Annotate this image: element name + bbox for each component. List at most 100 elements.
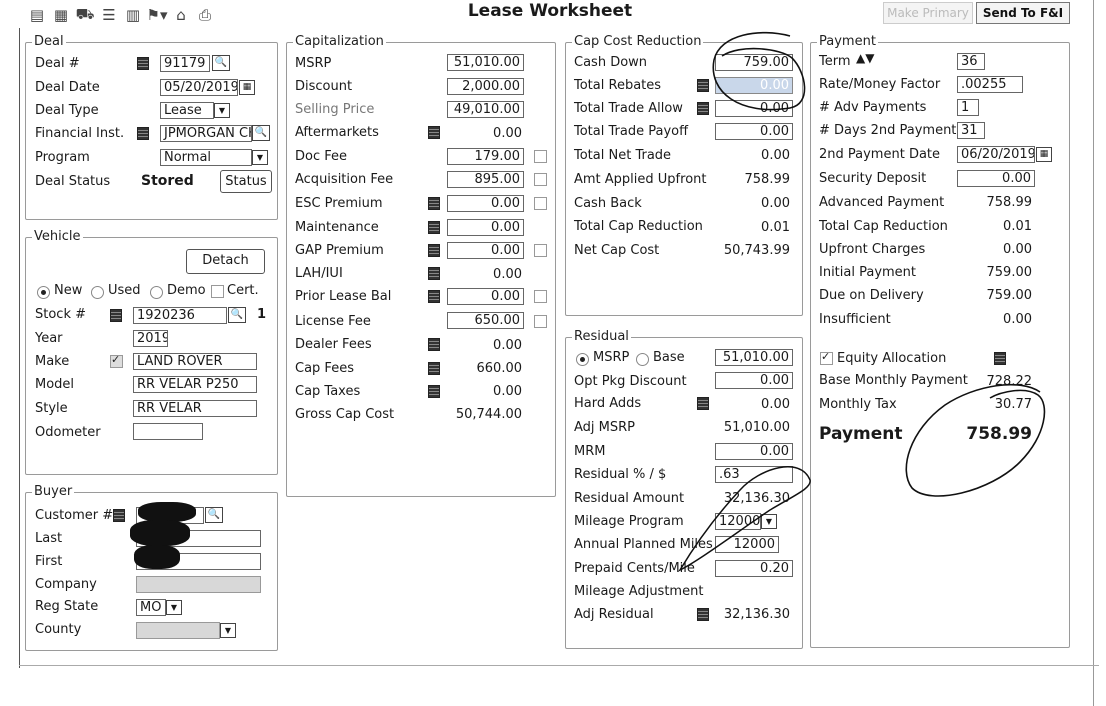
selling-price-input[interactable]: 49,010.00 [447,101,524,118]
model-input[interactable]: RR VELAR P250 [133,376,257,393]
reg-state-select[interactable]: MO [136,599,166,616]
aftermarkets-list-icon[interactable] [428,126,440,139]
trade-allow-list-icon[interactable] [697,102,709,115]
company-input[interactable] [136,576,261,593]
customer-search-icon[interactable]: 🔍 [205,507,223,523]
lah-iui-list-icon[interactable] [428,267,440,280]
stock-search-icon[interactable]: 🔍 [228,307,246,323]
send-to-fi-button[interactable]: Send To F&I [976,2,1070,24]
prior-lease-bal-checkbox[interactable] [534,290,547,303]
annual-planned-miles-input[interactable]: 12000 [715,536,779,553]
security-deposit-input[interactable]: 0.00 [957,170,1035,187]
county-select[interactable] [136,622,220,639]
status-button[interactable]: Status [220,170,272,193]
financial-inst-search-icon[interactable]: 🔍 [252,125,270,141]
prior-lease-bal-input[interactable]: 0.00 [447,288,524,305]
days-2nd-payment-input[interactable]: 31 [957,122,985,139]
style-input[interactable]: RR VELAR [133,400,257,417]
calculator-icon[interactable]: ▦ [50,5,72,25]
reg-state-chevron-down-icon[interactable] [166,600,182,615]
rate-money-factor-input[interactable]: .00255 [957,76,1023,93]
residual-base-radio[interactable] [636,353,649,366]
msrp-input[interactable]: 51,010.00 [447,54,524,71]
customer-list-icon[interactable] [113,509,125,522]
condition-demo-radio[interactable] [150,286,163,299]
adj-residual-list-icon[interactable] [697,608,709,621]
mileage-program-select[interactable]: 12000 [715,513,761,530]
equity-allocation-checkbox[interactable] [820,350,833,365]
program-select[interactable]: Normal [160,149,252,166]
hard-adds-list-icon[interactable] [697,397,709,410]
opt-pkg-discount-input[interactable]: 0.00 [715,372,793,389]
term-input[interactable]: 36 [957,53,985,70]
gap-premium-list-icon[interactable] [428,244,440,257]
year-input[interactable]: 2019 [133,330,168,347]
car-icon[interactable]: ⛟ [74,5,96,25]
deal-date-input[interactable]: 05/20/2019 [160,79,238,96]
maintenance-input[interactable]: 0.00 [447,219,524,236]
equity-allocation-list-icon[interactable] [994,352,1006,365]
deal-number-input[interactable]: 91179 [160,55,210,72]
rebates-list-icon[interactable] [697,79,709,92]
calendar-icon[interactable]: ▥ [122,5,144,25]
financial-inst-input[interactable]: JPMORGAN CHA [160,125,252,142]
total-trade-allow-input[interactable]: 0.00 [715,100,793,117]
residual-percent-input[interactable]: .63 [715,466,793,483]
detach-button[interactable]: Detach [186,249,265,274]
residual-msrp-radio[interactable] [576,353,589,366]
total-rebates-input[interactable]: 0.00 [715,77,793,94]
make-checkbox[interactable] [110,353,123,368]
list-icon[interactable]: ☰ [98,5,120,25]
esc-premium-input[interactable]: 0.00 [447,195,524,212]
cap-taxes-list-icon[interactable] [428,385,440,398]
document-icon[interactable]: ▤ [26,5,48,25]
residual-base-input[interactable]: 51,010.00 [715,349,793,366]
deal-date-calendar-icon[interactable]: ▦ [239,80,255,95]
condition-used-radio[interactable] [91,286,104,299]
prepaid-cents-mile-input[interactable]: 0.20 [715,560,793,577]
make-input[interactable]: LAND ROVER [133,353,257,370]
deal-search-icon[interactable]: 🔍 [212,55,230,71]
deal-type-chevron-down-icon[interactable] [214,103,230,118]
dealer-fees-list-icon[interactable] [428,338,440,351]
term-stepper-arrows-icon[interactable]: ▲▼ [856,51,874,65]
second-payment-calendar-icon[interactable]: ▦ [1036,147,1052,162]
stock-input[interactable]: 1920236 [133,307,227,324]
doc-fee-input[interactable]: 179.00 [447,148,524,165]
mileage-program-chevron-down-icon[interactable] [761,514,777,529]
cash-back-label: Cash Back [574,196,642,211]
make-primary-button[interactable]: Make Primary [883,2,973,24]
condition-new-radio[interactable] [37,286,50,299]
license-fee-input[interactable]: 650.00 [447,312,524,329]
gap-premium-input[interactable]: 0.00 [447,242,524,259]
acquisition-fee-checkbox[interactable] [534,173,547,186]
license-fee-checkbox[interactable] [534,315,547,328]
maintenance-list-icon[interactable] [428,221,440,234]
esc-premium-list-icon[interactable] [428,197,440,210]
total-trade-payoff-input[interactable]: 0.00 [715,123,793,140]
home-icon[interactable]: ⌂ [170,5,192,25]
odometer-input[interactable] [133,423,203,440]
mrm-input[interactable]: 0.00 [715,443,793,460]
payment-value: 758.99 [966,424,1032,444]
county-chevron-down-icon[interactable] [220,623,236,638]
discount-input[interactable]: 2,000.00 [447,78,524,95]
acquisition-fee-input[interactable]: 895.00 [447,171,524,188]
deal-type-select[interactable]: Lease [160,102,214,119]
cap-fees-list-icon[interactable] [428,362,440,375]
adv-payments-input[interactable]: 1 [957,99,979,116]
cash-down-input[interactable]: 759.00 [715,54,793,71]
second-payment-date-input[interactable]: 06/20/2019 [957,146,1035,163]
doc-fee-checkbox[interactable] [534,150,547,163]
prior-lease-bal-list-icon[interactable] [428,290,440,303]
stock-list-icon[interactable] [110,309,122,322]
adj-msrp-value: 51,010.00 [723,420,790,435]
deal-lookup-list-icon[interactable] [137,57,149,70]
certified-checkbox[interactable] [211,285,224,298]
program-chevron-down-icon[interactable] [252,150,268,165]
esc-premium-checkbox[interactable] [534,197,547,210]
printer-icon[interactable]: ⎙ [194,5,216,25]
flag-icon[interactable]: ⚑▾ [146,5,168,25]
gap-premium-checkbox[interactable] [534,244,547,257]
financial-inst-list-icon[interactable] [137,127,149,140]
